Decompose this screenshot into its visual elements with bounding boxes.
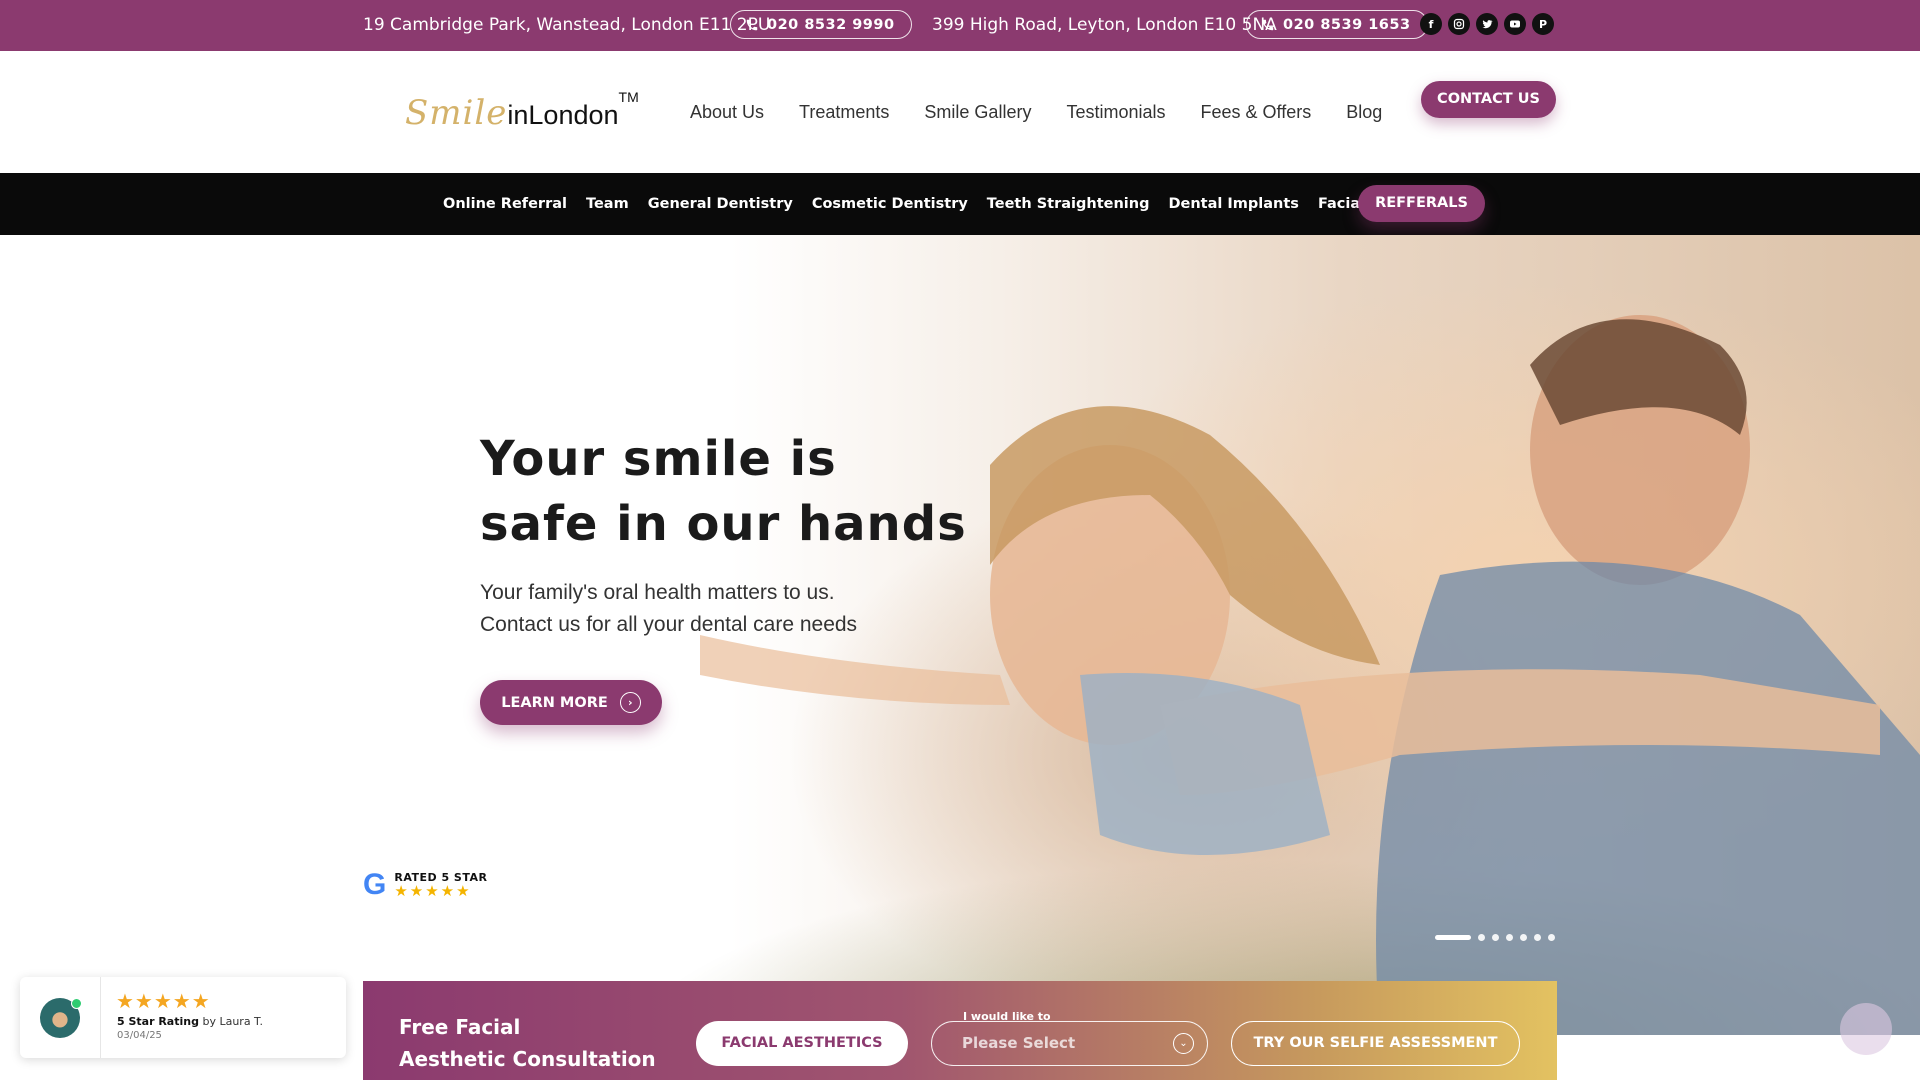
main-nav: About Us Treatments Smile Gallery Testim… xyxy=(690,51,1382,173)
slider-dot[interactable] xyxy=(1478,934,1485,941)
phone-button-wanstead[interactable]: 020 8532 9990 xyxy=(730,10,912,39)
hero-slider: Your smile is safe in our hands Your fam… xyxy=(0,235,1920,1035)
facebook-icon[interactable]: f xyxy=(1420,13,1442,35)
reviewer-avatar-box: ● xyxy=(20,977,101,1058)
nav-about-us[interactable]: About Us xyxy=(690,102,764,123)
treatment-select[interactable]: I would like to Please Select ⌄ xyxy=(931,1010,1208,1066)
arrow-right-icon: › xyxy=(619,692,641,713)
review-date: 03/04/25 xyxy=(117,1030,162,1041)
twitter-icon[interactable] xyxy=(1476,13,1498,35)
instagram-icon[interactable] xyxy=(1448,13,1470,35)
subnav-dental-implants[interactable]: Dental Implants xyxy=(1168,196,1298,212)
subnav-team[interactable]: Team xyxy=(586,196,629,212)
slider-dot[interactable] xyxy=(1548,934,1555,941)
phone-icon xyxy=(1262,19,1274,30)
learn-more-button[interactable]: LEARN MORE › xyxy=(480,680,662,725)
subnav-cosmetic-dentistry[interactable]: Cosmetic Dentistry xyxy=(812,196,968,212)
referrals-button[interactable]: REFFERALS xyxy=(1358,185,1485,222)
verified-check-icon xyxy=(71,997,82,1009)
phone-button-leyton[interactable]: 020 8539 1653 xyxy=(1246,10,1428,39)
review-author: by Laura T. xyxy=(202,1015,263,1028)
site-logo[interactable]: SmileinLondonTM xyxy=(405,89,639,133)
top-bar: 19 Cambridge Park, Wanstead, London E11 … xyxy=(0,0,1920,51)
selfie-assessment-button[interactable]: TRY OUR SELFIE ASSESSMENT xyxy=(1231,1021,1520,1066)
phone-number: 020 8532 9990 xyxy=(767,16,895,33)
logo-inlondon: inLondon xyxy=(507,100,619,130)
consultation-title: Free Facial Aesthetic Consultation xyxy=(399,1015,656,1071)
hero-title: Your smile is safe in our hands xyxy=(480,431,967,552)
subnav-general-dentistry[interactable]: General Dentistry xyxy=(648,196,793,212)
secondary-nav: Online Referral Team General Dentistry C… xyxy=(0,173,1920,235)
nav-treatments[interactable]: Treatments xyxy=(799,102,889,123)
logo-smile: Smile xyxy=(405,93,508,133)
nav-smile-gallery[interactable]: Smile Gallery xyxy=(924,102,1031,123)
subnav-teeth-straightening[interactable]: Teeth Straightening xyxy=(987,196,1150,212)
phone-icon xyxy=(746,19,758,30)
slider-dot[interactable] xyxy=(1506,934,1513,941)
review-rating-line: 5 Star Rating by Laura T. xyxy=(117,1015,263,1028)
learn-more-label: LEARN MORE xyxy=(501,694,608,711)
review-stars: ★★★★★ xyxy=(116,989,211,1013)
review-widget[interactable]: ● ★★★★★ 5 Star Rating by Laura T. 03/04/… xyxy=(20,977,346,1058)
hero-subtitle: Your family's oral health matters to us.… xyxy=(480,581,858,636)
contact-us-button[interactable]: CONTACT US xyxy=(1421,81,1556,118)
facial-aesthetics-button[interactable]: FACIAL AESTHETICS xyxy=(696,1021,908,1066)
slider-dot-active[interactable] xyxy=(1435,935,1471,940)
slider-pagination xyxy=(1435,934,1555,941)
google-rating-stars: ★★★★★ xyxy=(394,882,472,900)
slider-dot[interactable] xyxy=(1492,934,1499,941)
main-header: SmileinLondonTM About Us Treatments Smil… xyxy=(0,51,1920,173)
nav-blog[interactable]: Blog xyxy=(1346,102,1382,123)
address-leyton: 399 High Road, Leyton, London E10 5NA xyxy=(932,15,1277,35)
slider-dot[interactable] xyxy=(1520,934,1527,941)
pinterest-icon[interactable]: P xyxy=(1532,13,1554,35)
avatar: ● xyxy=(40,997,82,1038)
chevron-down-icon: ⌄ xyxy=(1173,1033,1194,1054)
subnav-online-referral[interactable]: Online Referral xyxy=(443,196,567,212)
nav-testimonials[interactable]: Testimonials xyxy=(1066,102,1165,123)
select-placeholder: Please Select xyxy=(962,1034,1076,1052)
address-wanstead: 19 Cambridge Park, Wanstead, London E11 … xyxy=(363,15,771,35)
google-rating-badge: G RATED 5 STAR ★★★★★ xyxy=(363,868,488,902)
youtube-icon[interactable] xyxy=(1504,13,1526,35)
social-links: f P xyxy=(1420,13,1554,35)
google-icon: G xyxy=(363,868,387,901)
nav-fees-offers[interactable]: Fees & Offers xyxy=(1201,102,1312,123)
review-rating-text: 5 Star Rating xyxy=(117,1015,199,1028)
phone-number: 020 8539 1653 xyxy=(1283,16,1411,33)
slider-dot[interactable] xyxy=(1534,934,1541,941)
consultation-bar: Free Facial Aesthetic Consultation FACIA… xyxy=(363,981,1557,1080)
logo-trademark: TM xyxy=(618,89,639,105)
chat-icon[interactable] xyxy=(1840,1003,1892,1055)
